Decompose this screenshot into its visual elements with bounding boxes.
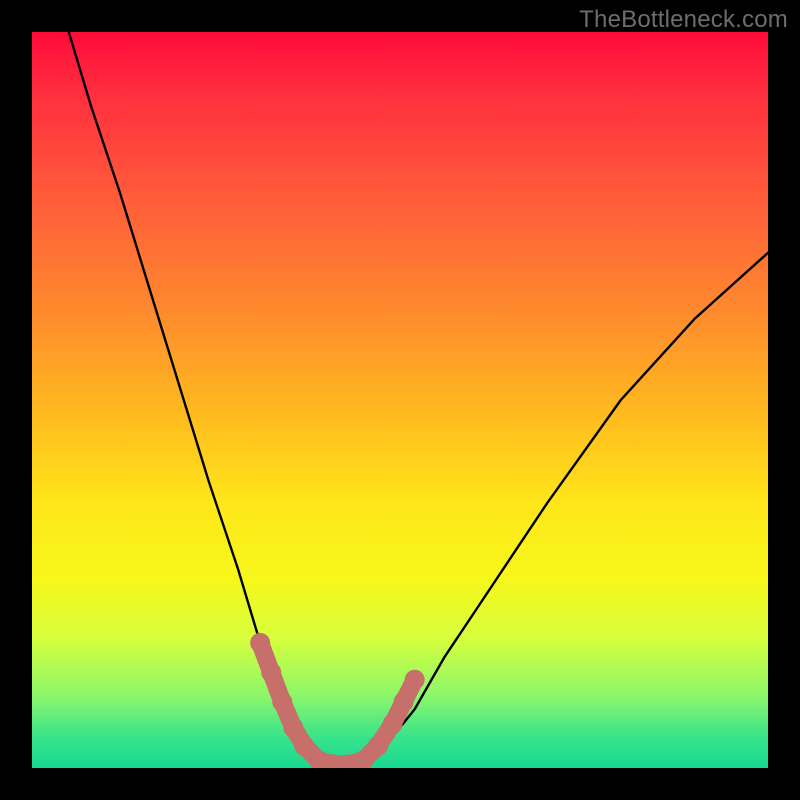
curve-svg [32, 32, 768, 768]
plot-area [32, 32, 768, 768]
chart-frame: TheBottleneck.com [0, 0, 800, 800]
highlight-marker [383, 714, 403, 734]
highlight-marker [261, 662, 281, 682]
bottleneck-curve [69, 32, 768, 768]
highlight-marker [283, 718, 303, 738]
highlight-marker [405, 670, 425, 690]
watermark-text: TheBottleneck.com [579, 6, 788, 34]
highlight-marker [294, 736, 314, 756]
highlight-markers [250, 633, 425, 768]
highlight-marker [250, 633, 270, 653]
highlight-marker [368, 736, 388, 756]
highlight-marker [394, 692, 414, 712]
highlight-marker [272, 692, 292, 712]
